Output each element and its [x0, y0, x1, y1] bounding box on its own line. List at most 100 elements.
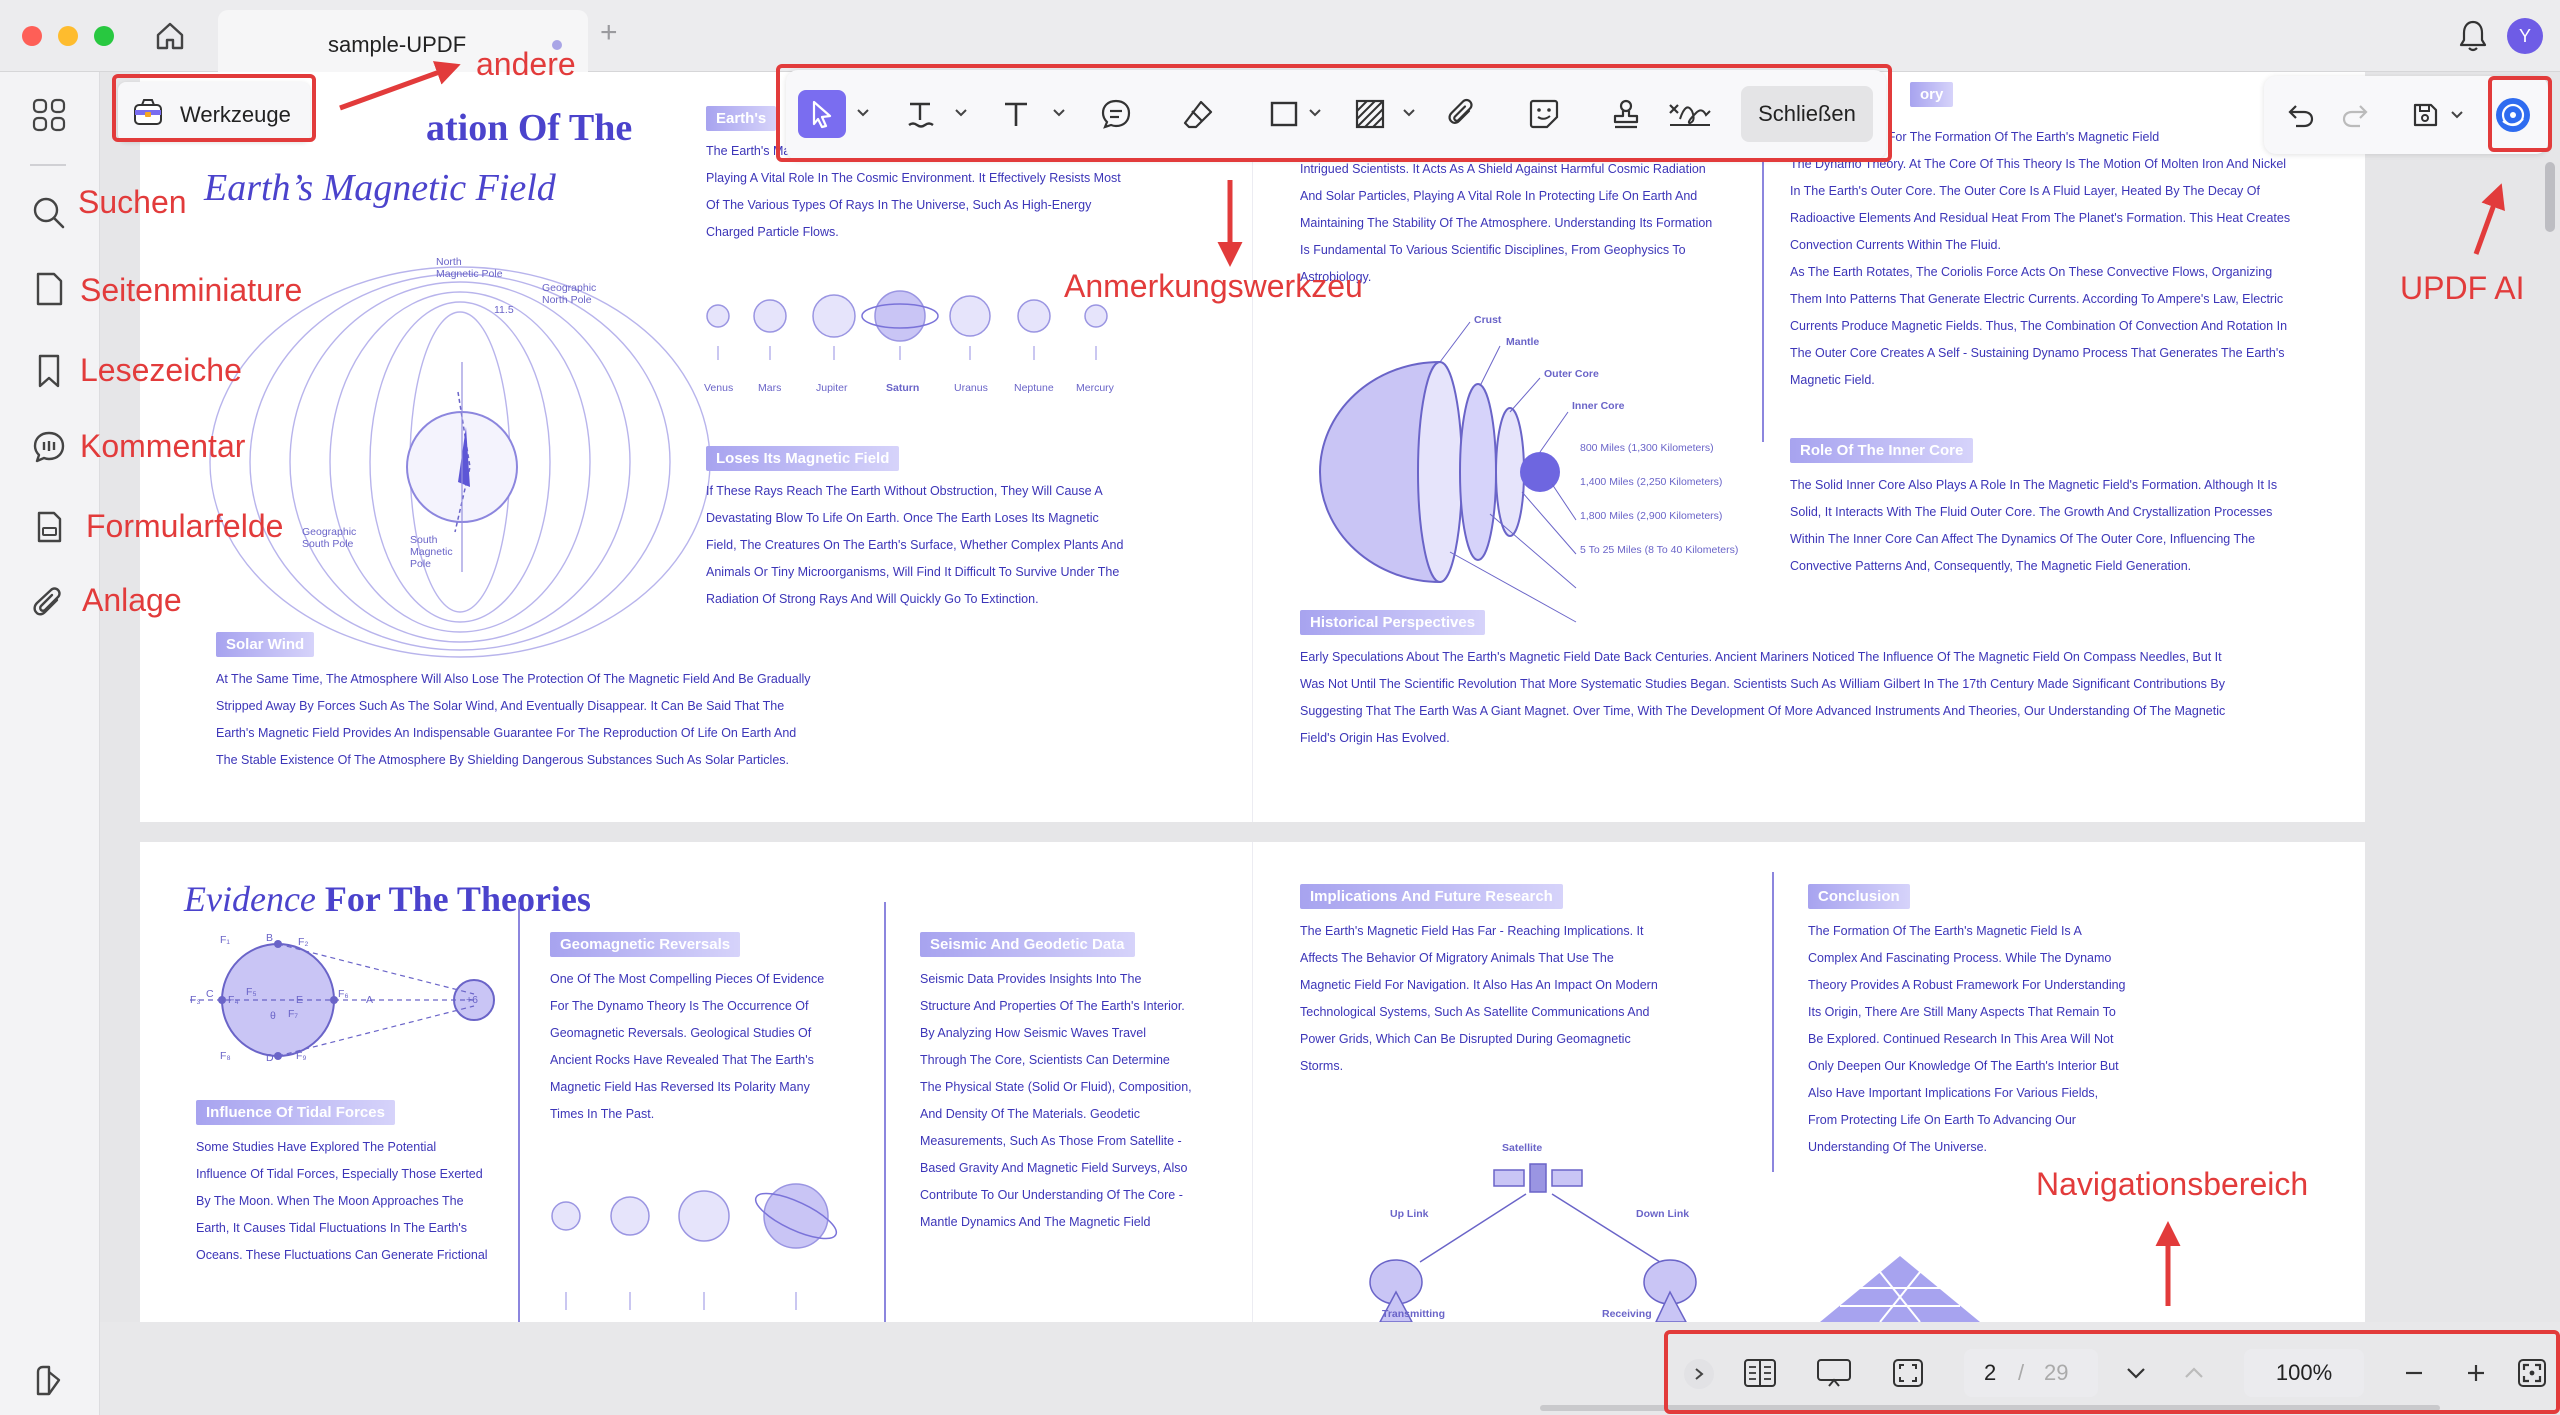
tilt-angle-label: 11.5 — [494, 304, 514, 316]
new-tab-button[interactable]: + — [600, 16, 618, 50]
intro-paragraph: Intrigued Scientists. It Acts As A Shiel… — [1300, 162, 1713, 284]
section-pill-geomagnetic-reversals: Geomagnetic Reversals — [550, 932, 741, 957]
solar-wind-paragraph: At The Same Time, The Atmosphere Will Al… — [216, 672, 811, 767]
close-window-button[interactable] — [22, 26, 42, 46]
force-label: F₈ — [220, 1050, 231, 1062]
document-viewport[interactable]: ation Of The Earth’s Magnetic Field Nort… — [100, 72, 2560, 1322]
layer-distance-label: 1,800 Miles (2,900 Kilometers) — [1580, 510, 1723, 522]
inner-core-paragraph: The Solid Inner Core Also Plays A Role I… — [1790, 478, 2278, 573]
pdf-page-spread-1: ation Of The Earth’s Magnetic Field Nort… — [140, 72, 2365, 822]
implications-paragraph: The Earth's Magnetic Field Has Far - Rea… — [1300, 924, 1658, 1073]
highlight-annotation-toolbar — [776, 64, 1892, 162]
section-pill-tidal-forces: Influence Of Tidal Forces — [196, 1100, 395, 1125]
search-icon[interactable] — [30, 194, 68, 232]
planet-label: Jupiter — [816, 382, 848, 394]
layer-label: Inner Core — [1572, 400, 1625, 412]
evidence-heading: Evidence For The Theories — [184, 878, 591, 920]
force-label: F₆ — [338, 988, 349, 1000]
comment-icon[interactable] — [30, 428, 68, 466]
force-label: F₄ — [228, 994, 239, 1006]
pdf-page-spread-2: Evidence For The Theories F₁ B F₂ F₃ C F… — [140, 842, 2365, 1322]
column-rule — [518, 902, 520, 1322]
user-avatar[interactable]: Y — [2507, 18, 2543, 54]
planet-label: Mars — [758, 382, 782, 394]
maximize-window-button[interactable] — [94, 26, 114, 46]
sidebar-divider — [30, 164, 66, 166]
loses-magnetic-field-paragraph: If These Rays Reach The Earth Without Ob… — [706, 484, 1124, 606]
label-updf-ai: UPDF AI — [2400, 270, 2525, 306]
evidence-heading-italic: Evidence — [184, 879, 316, 919]
planet-label: Saturn — [886, 382, 920, 394]
force-label: F₂ — [298, 936, 309, 948]
force-label: F₅ — [246, 986, 257, 998]
planet-label: Mercury — [1076, 382, 1114, 394]
force-label: +6 — [466, 994, 478, 1006]
north-magnetic-pole-label: North Magnetic Pole — [436, 256, 503, 280]
section-pill-theory: ory — [1910, 82, 1954, 107]
force-label: B — [266, 932, 274, 944]
notification-bell-icon[interactable] — [2456, 18, 2490, 54]
satellite-diagram — [1369, 1163, 1697, 1322]
planets-diagram-small — [551, 1183, 838, 1310]
section-pill-inner-core: Role Of The Inner Core — [1790, 438, 1974, 463]
layer-label: Mantle — [1506, 336, 1540, 348]
uplink-label: Up Link — [1390, 1208, 1429, 1220]
page-gutter — [1252, 72, 1253, 822]
receiving-label: Receiving — [1602, 1308, 1652, 1320]
geomagnetic-reversals-paragraph: One Of The Most Compelling Pieces Of Evi… — [550, 972, 825, 1121]
page-gutter — [1252, 842, 1253, 1322]
label-anmerkungswerkzeu: Anmerkungswerkzeu — [1064, 268, 1363, 304]
undo-icon — [2288, 105, 2314, 128]
minimize-window-button[interactable] — [58, 26, 78, 46]
bookmark-icon[interactable] — [30, 352, 68, 390]
apps-grid-icon[interactable] — [30, 96, 68, 134]
attachment-icon[interactable] — [30, 584, 68, 622]
south-magnetic-pole-label: South Magnetic Pole — [410, 534, 453, 570]
column-rule — [1772, 872, 1774, 1172]
label-kommentar: Kommentar — [80, 428, 246, 464]
geographic-north-pole-label: Geographic North Pole — [542, 282, 597, 306]
save-button[interactable] — [2404, 94, 2446, 136]
transmitting-label: Transmitting — [1382, 1308, 1446, 1320]
section-pill-solar-wind: Solar Wind — [216, 632, 315, 657]
section-pill-earths: Earth's — [706, 106, 777, 131]
label-navigationsbereich: Navigationsbereich — [2036, 1166, 2309, 1202]
force-label: C — [206, 988, 214, 1000]
section-pill-seismic-geodetic: Seismic And Geodetic Data — [920, 932, 1135, 957]
planet-label: Uranus — [954, 382, 988, 394]
force-label: F₉ — [296, 1050, 307, 1062]
tidal-forces-paragraph: Some Studies Have Explored The Potential… — [196, 1140, 488, 1262]
layer-distance-label: 800 Miles (1,300 Kilometers) — [1580, 442, 1714, 454]
form-field-icon[interactable] — [30, 508, 68, 546]
label-anlage: Anlage — [82, 582, 182, 618]
redo-button[interactable] — [2334, 94, 2376, 136]
label-lesezeiche: Lesezeiche — [80, 352, 242, 388]
layer-label: Crust — [1474, 314, 1502, 326]
force-label: F₇ — [288, 1008, 299, 1020]
column-rule — [884, 902, 886, 1322]
page-thumbnail-icon[interactable] — [30, 270, 68, 308]
section-pill-implications: Implications And Future Research — [1300, 884, 1563, 909]
historical-paragraph: Early Speculations About The Earth's Mag… — [1300, 650, 2226, 745]
satellite-label: Satellite — [1502, 1142, 1543, 1154]
downlink-label: Down Link — [1636, 1208, 1690, 1220]
highlight-updf-ai — [2488, 76, 2552, 152]
section-pill-loses-magnetic-field: Loses Its Magnetic Field — [706, 446, 900, 471]
redo-icon — [2342, 105, 2368, 128]
home-icon[interactable] — [152, 18, 188, 54]
seismic-geodetic-paragraph: Seismic Data Provides Insights Into The … — [920, 972, 1192, 1229]
chevron-down-icon[interactable] — [2450, 110, 2464, 120]
label-andere: andere — [476, 46, 576, 82]
theme-icon[interactable] — [30, 1362, 68, 1400]
undo-button[interactable] — [2280, 94, 2322, 136]
vertical-scrollbar[interactable] — [2545, 162, 2555, 232]
title-bar: sample-UPDF + Y — [0, 0, 2560, 72]
highlight-werkzeuge — [112, 74, 316, 142]
layer-distance-label: 5 To 25 Miles (8 To 40 Kilometers) — [1580, 544, 1739, 556]
label-seitenminiature: Seitenminiature — [80, 272, 303, 308]
force-label: F₁ — [220, 934, 230, 946]
evidence-heading-rest: For The Theories — [315, 879, 591, 919]
conclusion-paragraph: The Formation Of The Earth's Magnetic Fi… — [1808, 924, 2126, 1154]
page-heading-subtitle: Earth’s Magnetic Field — [204, 167, 556, 209]
layer-distance-label: 1,400 Miles (2,250 Kilometers) — [1580, 476, 1723, 488]
